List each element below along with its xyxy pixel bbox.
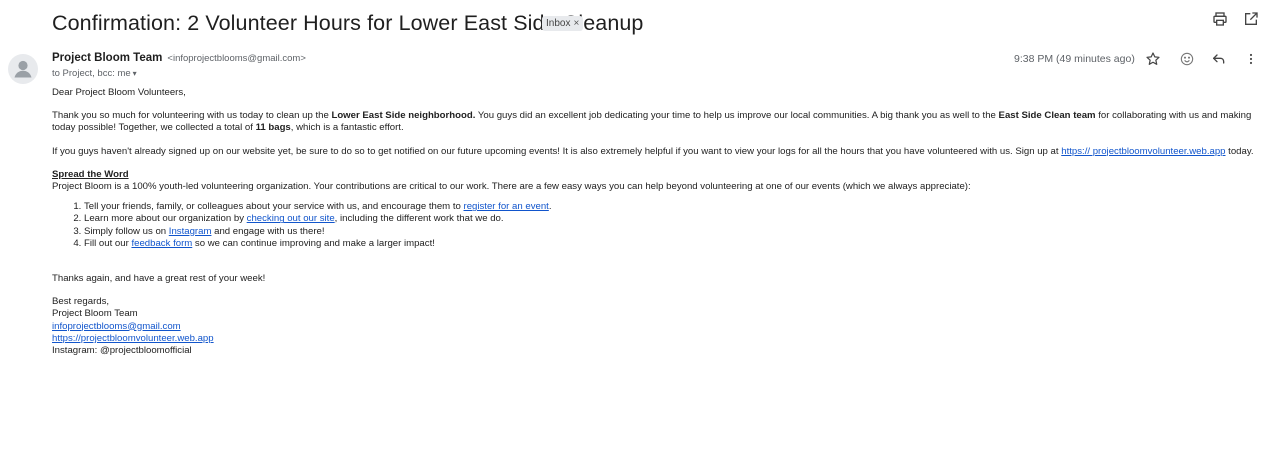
signoff: Best regards, [52,296,110,308]
recipients-text: to Project, bcc: me [52,68,131,79]
signature-website-link[interactable]: https://projectbloomvolunteer.web.app [52,333,214,344]
list-item: Tell your friends, family, or colleagues… [84,201,1264,213]
print-icon[interactable] [1212,11,1228,27]
reply-icon[interactable] [1211,51,1227,67]
signature-instagram: Instagram: @projectbloomofficial [52,345,192,357]
recipients-toggle[interactable]: to Project, bcc: me ▾ [52,68,137,79]
list-item: Fill out our feedback form so we can con… [84,238,1264,250]
subject-row: Confirmation: 2 Volunteer Hours for Lowe… [52,6,1280,40]
email-timestamp: 9:38 PM (49 minutes ago) [1014,53,1135,65]
instagram-link[interactable]: Instagram [169,226,212,237]
remove-label-icon[interactable]: × [573,18,579,29]
signature-name: Project Bloom Team [52,308,138,320]
emoji-icon[interactable] [1179,51,1195,67]
greeting: Dear Project Bloom Volunteers, [52,87,186,98]
paragraph-thanks: Thank you so much for volunteering with … [52,110,1252,134]
site-link[interactable]: checking out our site [247,213,335,224]
inbox-label-text: Inbox [546,18,571,29]
feedback-form-link[interactable]: feedback form [131,238,192,249]
sender-line: Project Bloom Team <infoprojectblooms@gm… [52,52,306,64]
sender-email: <infoprojectblooms@gmail.com> [167,53,306,64]
paragraph-signup: If you guys haven't already signed up on… [52,145,1254,157]
open-in-new-window-icon[interactable] [1243,11,1259,27]
spread-intro: Project Bloom is a 100% youth-led volunt… [52,181,971,193]
more-vert-icon[interactable] [1243,51,1259,67]
inbox-label-chip[interactable]: Inbox × [542,16,584,31]
closing-thanks: Thanks again, and have a great rest of y… [52,273,266,285]
signature-email-link[interactable]: infoprojectblooms@gmail.com [52,321,181,332]
star-icon[interactable] [1145,51,1161,67]
spread-heading: Spread the Word [52,168,129,180]
chevron-down-icon: ▾ [132,69,137,78]
ways-to-help-list: Tell your friends, family, or colleagues… [52,201,1264,250]
sender-name[interactable]: Project Bloom Team [52,52,162,64]
avatar [8,54,38,84]
website-link[interactable]: https:// projectbloomvolunteer.web.app [1061,146,1225,157]
email-body: Dear Project Bloom Volunteers, Thank you… [52,87,1264,357]
list-item: Learn more about our organization by che… [84,213,1264,225]
register-event-link[interactable]: register for an event [464,201,549,212]
list-item: Simply follow us on Instagram and engage… [84,226,1264,238]
